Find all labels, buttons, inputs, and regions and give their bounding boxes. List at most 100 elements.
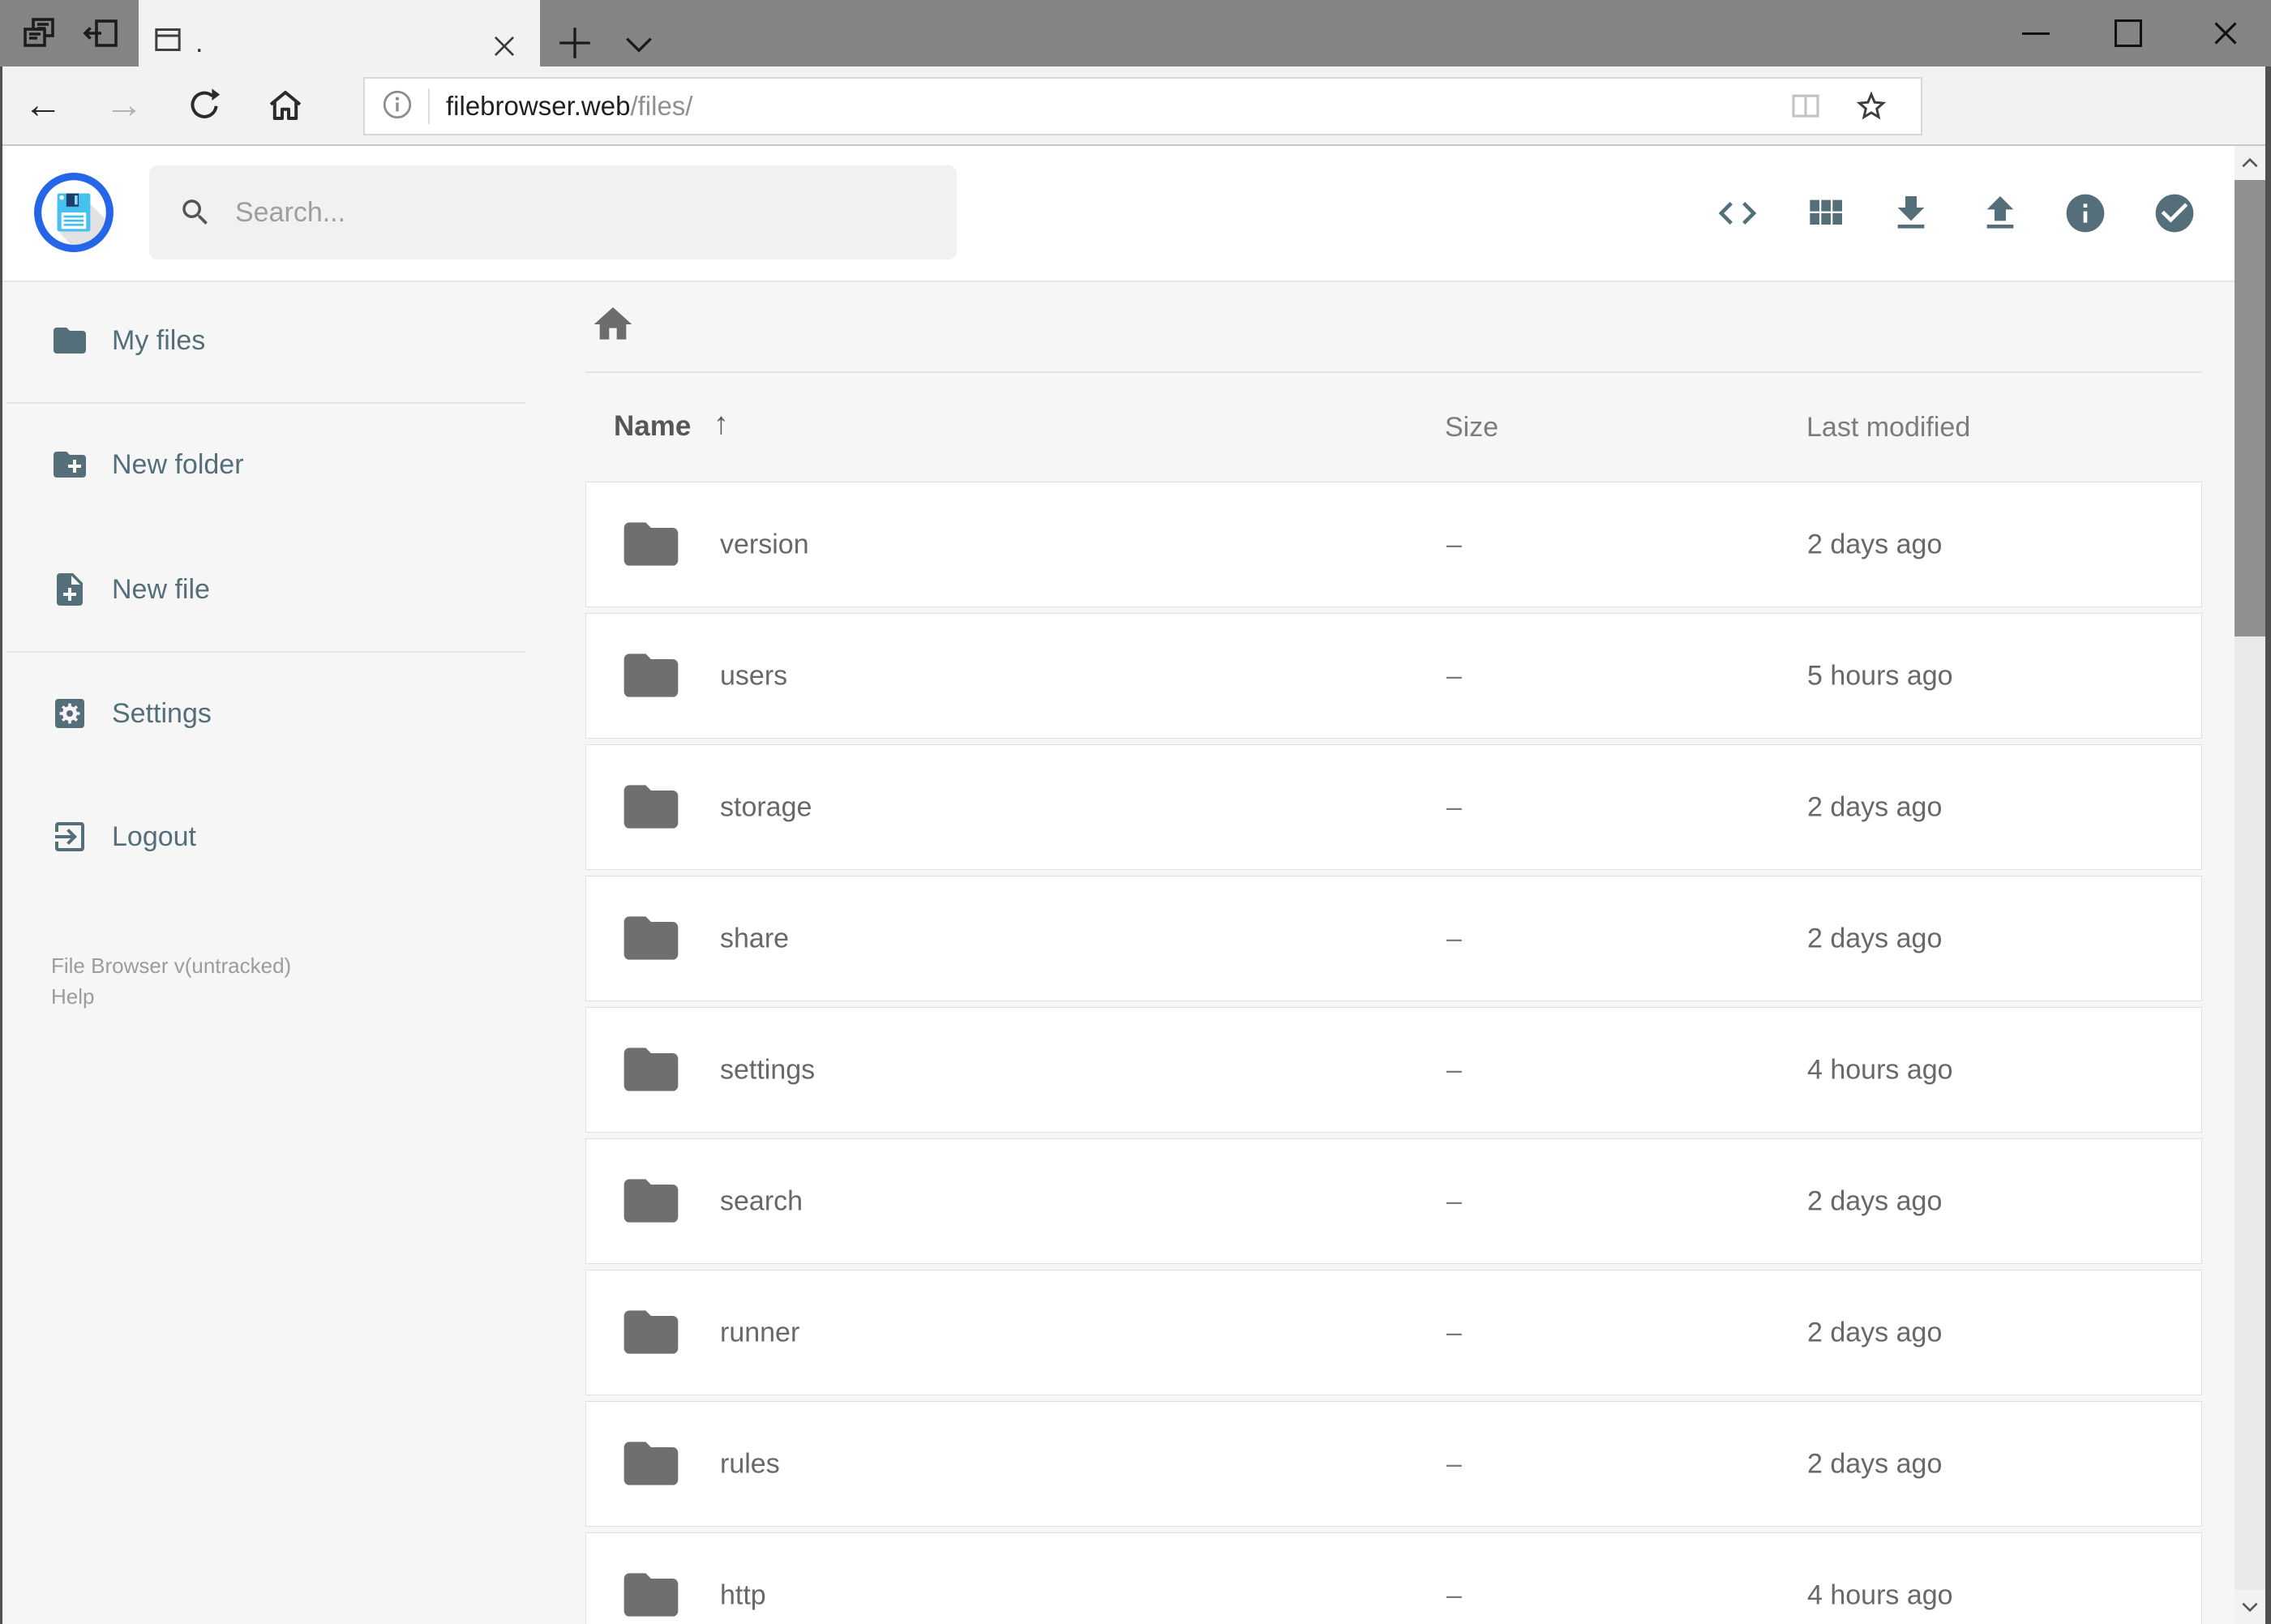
folder-icon [54,328,86,354]
sidebar-item-settings[interactable]: Settings [0,679,535,748]
file-size: – [1446,1185,1462,1216]
file-modified: 2 days ago [1807,791,1943,822]
file-size: – [1446,791,1462,822]
file-name: share [720,923,790,953]
sidebar-item-label: Settings [112,697,212,729]
file-modified: 2 days ago [1807,923,1943,953]
tab-bar: . [0,0,2271,66]
url-text: filebrowser.web/files/ [446,91,692,122]
browser-window: . ← → filebrowser.web/files/ Search... M… [0,0,2271,1624]
column-header-modified[interactable]: Last modified [1806,412,1970,443]
file-size: – [1446,923,1462,953]
file-modified: 4 hours ago [1807,1054,1953,1085]
file-name: rules [720,1448,780,1479]
folder-icon [619,906,683,975]
logout-icon [55,822,84,851]
file-row[interactable]: http – 4 hours ago [585,1532,2202,1624]
sidebar-item-logout[interactable]: Logout [0,803,535,871]
folder-icon [619,1168,683,1237]
add-favorite-star-icon[interactable] [1853,88,1889,124]
scrollbar-thumb[interactable] [2235,180,2265,636]
file-row[interactable]: share – 2 days ago [585,876,2202,1001]
file-row[interactable]: version – 2 days ago [585,482,2202,607]
file-row[interactable]: rules – 2 days ago [585,1401,2202,1527]
file-size: – [1446,1448,1462,1479]
file-row[interactable]: runner – 2 days ago [585,1270,2202,1395]
settings-gear-icon [55,699,84,728]
grid-view-icon[interactable] [1802,191,1848,236]
refresh-icon[interactable] [185,86,224,125]
file-name: storage [720,791,812,822]
tab-close-icon[interactable] [489,31,520,62]
file-size: – [1446,660,1462,691]
upload-icon[interactable] [1977,191,2023,236]
set-tabs-aside-icon[interactable] [81,14,120,53]
column-header-size[interactable]: Size [1445,412,1498,443]
navigation-bar: ← → filebrowser.web/files/ [0,66,2271,186]
file-row[interactable]: users – 5 hours ago [585,613,2202,739]
sidebar-item-new-file[interactable]: New file [0,555,535,623]
url-path: /files/ [630,91,693,121]
file-size: – [1446,1317,1462,1348]
forward-icon: → [105,84,144,126]
folder-icon [619,1037,683,1106]
file-modified: 5 hours ago [1807,660,1953,691]
folder-icon [619,1562,683,1624]
filebrowser-logo [32,171,115,254]
help-link[interactable]: Help [51,984,94,1009]
tab-preview-icon[interactable] [19,14,58,53]
maximize-button[interactable] [2092,0,2165,66]
file-row[interactable]: settings – 4 hours ago [585,1007,2202,1133]
breadcrumb-divider [585,371,2202,373]
search-icon [182,199,208,225]
file-list: version – 2 days ago users – 5 hours ago… [585,482,2202,1624]
download-icon[interactable] [1888,191,1934,236]
back-icon[interactable]: ← [15,71,71,139]
select-multiple-icon[interactable] [2152,191,2197,236]
sidebar-item-new-folder[interactable]: New folder [0,431,535,499]
folder-icon [619,1300,683,1369]
new-file-icon [57,573,83,606]
version-link[interactable]: File Browser v(untracked) [51,953,291,979]
search-input[interactable] [234,195,902,229]
folder-icon [619,1431,683,1500]
column-header-name[interactable]: Name [614,410,691,443]
file-name: runner [720,1317,800,1348]
sidebar-item-label: Logout [112,821,196,852]
info-icon[interactable] [2063,191,2108,236]
address-bar[interactable]: filebrowser.web/files/ [363,77,1922,135]
file-row[interactable]: storage – 2 days ago [585,744,2202,870]
sidebar-item-label: My files [112,324,206,356]
scrollbar-down-icon[interactable] [2235,1590,2265,1624]
address-separator [428,88,430,124]
sort-ascending-icon[interactable]: ↑ [713,407,729,442]
search-box[interactable] [149,165,957,259]
home-icon[interactable] [266,86,305,125]
scrollbar-up-icon[interactable] [2235,146,2265,180]
browser-tab[interactable]: . [139,0,540,66]
file-modified: 4 hours ago [1807,1579,1953,1610]
window-border-left [0,66,2,1624]
sidebar-divider [6,402,525,404]
sidebar-item-my-files[interactable]: My files [0,306,535,375]
new-folder-icon [54,452,86,478]
minimize-button[interactable] [1999,0,2072,66]
reading-view-icon [1788,88,1823,124]
raw-code-icon[interactable] [1715,191,1760,236]
file-name: users [720,660,788,691]
file-modified: 2 days ago [1807,529,1943,559]
file-size: – [1446,1054,1462,1085]
file-name: search [720,1185,803,1216]
file-row[interactable]: search – 2 days ago [585,1138,2202,1264]
tab-list-chevron-icon[interactable] [621,27,657,62]
new-tab-button[interactable] [555,23,595,63]
file-modified: 2 days ago [1807,1448,1943,1479]
file-size: – [1446,529,1462,559]
breadcrumb-home-icon[interactable] [590,302,636,347]
file-name: settings [720,1054,816,1085]
file-name: http [720,1579,766,1610]
close-window-button[interactable] [2189,0,2262,66]
site-info-icon[interactable] [379,87,415,126]
folder-icon [619,643,683,712]
sidebar-divider [6,651,525,653]
